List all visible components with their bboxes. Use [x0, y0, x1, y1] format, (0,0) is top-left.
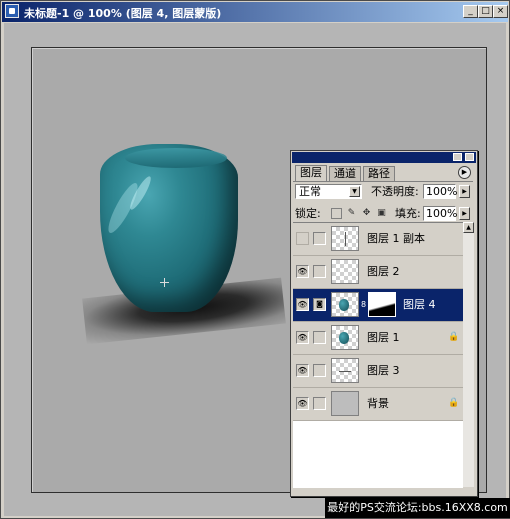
- layer-row[interactable]: 👁 图层 3: [293, 355, 463, 388]
- vase-rim: [125, 148, 227, 168]
- eye-icon[interactable]: 👁: [296, 397, 309, 410]
- layer-name: 图层 1: [367, 331, 400, 344]
- fill-input[interactable]: 100%: [423, 206, 457, 221]
- eye-icon[interactable]: 👁: [296, 331, 309, 344]
- layer-thumbnail: [331, 259, 359, 284]
- tab-channels[interactable]: 通道: [329, 166, 361, 181]
- panel-close-button[interactable]: [465, 153, 474, 161]
- layer-thumbnail: [331, 391, 359, 416]
- vase-icon: [339, 332, 349, 344]
- layer-thumbnail: [331, 358, 359, 383]
- opacity-label: 不透明度:: [371, 185, 419, 198]
- vase-icon: [339, 299, 349, 311]
- lock-icon: 🔒: [448, 398, 460, 408]
- eye-icon[interactable]: 👁: [296, 364, 309, 377]
- close-button[interactable]: ×: [493, 5, 508, 18]
- layer-row[interactable]: 👁 图层 1 🔒: [293, 322, 463, 355]
- opacity-input[interactable]: 100%: [423, 184, 457, 199]
- crosshair-cursor-icon: [160, 278, 169, 287]
- lock-icon: 🔒: [448, 332, 460, 342]
- scroll-up-arrow-icon[interactable]: ▲: [463, 222, 474, 233]
- panel-bottom-bar: [293, 488, 473, 496]
- link-toggle[interactable]: [313, 331, 326, 344]
- chain-link-icon[interactable]: 8: [361, 299, 366, 311]
- link-toggle[interactable]: [313, 364, 326, 377]
- fill-slider-arrow-icon[interactable]: ▶: [459, 207, 470, 220]
- layers-panel: 图层 通道 路径 ▶ 正常 ▼ 不透明度: 100% ▶ 锁定: ✎ ✥ ▣ 填…: [290, 150, 478, 497]
- layer-mask-thumbnail[interactable]: [368, 292, 396, 317]
- mask-edit-icon[interactable]: ◙: [313, 298, 326, 311]
- layer-row[interactable]: 图层 1 副本: [293, 223, 463, 256]
- blend-mode-value: 正常: [299, 185, 321, 198]
- panel-tabs: 图层 通道 路径 ▶: [293, 165, 473, 182]
- layer-thumbnail: [331, 292, 359, 317]
- layer-name: 图层 3: [367, 364, 400, 377]
- tab-layers[interactable]: 图层: [295, 165, 327, 181]
- layer-thumbnail: [331, 226, 359, 251]
- line-icon: [345, 232, 346, 246]
- lock-brush-icon[interactable]: ✎: [346, 208, 357, 219]
- watermark: 最好的PS交流论坛:bbs.16XX8.com: [325, 498, 510, 518]
- link-toggle[interactable]: [313, 397, 326, 410]
- layer-name: 背景: [367, 397, 389, 410]
- layer-row[interactable]: 👁 图层 2: [293, 256, 463, 289]
- maximize-button[interactable]: □: [478, 5, 493, 18]
- fill-label: 填充:: [395, 207, 421, 220]
- blend-opacity-row: 正常 ▼ 不透明度: 100% ▶: [295, 184, 473, 200]
- vase-image: [100, 144, 238, 312]
- layer-name: 图层 4: [403, 298, 436, 311]
- layer-name: 图层 2: [367, 265, 400, 278]
- blend-mode-select[interactable]: 正常 ▼: [295, 184, 362, 199]
- lock-move-icon[interactable]: ✥: [361, 208, 372, 219]
- eye-icon[interactable]: 👁: [296, 298, 309, 311]
- lock-label: 锁定:: [295, 207, 321, 220]
- lock-fill-row: 锁定: ✎ ✥ ▣ 填充: 100% ▶: [295, 206, 473, 222]
- lock-all-icon[interactable]: ▣: [376, 208, 387, 219]
- layer-row-selected[interactable]: 👁 ◙ 8 图层 4: [293, 289, 463, 322]
- panel-menu-arrow-icon[interactable]: ▶: [458, 166, 471, 179]
- window-title: 未标题-1 @ 100% (图层 4, 图层蒙版): [24, 7, 222, 20]
- visibility-toggle-empty[interactable]: [296, 232, 309, 245]
- dash-icon: [339, 371, 351, 372]
- opacity-slider-arrow-icon[interactable]: ▶: [459, 185, 470, 198]
- panel-minimize-button[interactable]: [453, 153, 462, 161]
- chevron-down-icon[interactable]: ▼: [349, 186, 360, 197]
- layer-row[interactable]: 👁 背景 🔒: [293, 388, 463, 421]
- layers-scrollbar[interactable]: ▲: [463, 222, 474, 487]
- layer-thumbnail: [331, 325, 359, 350]
- lock-transparency-icon[interactable]: [331, 208, 342, 219]
- tab-paths[interactable]: 路径: [363, 166, 395, 181]
- panel-title-bar[interactable]: [292, 152, 476, 163]
- layer-name: 图层 1 副本: [367, 232, 425, 245]
- link-toggle[interactable]: [313, 232, 326, 245]
- photoshop-doc-icon: [5, 4, 19, 18]
- minimize-button[interactable]: _: [463, 5, 478, 18]
- eye-icon[interactable]: 👁: [296, 265, 309, 278]
- link-toggle[interactable]: [313, 265, 326, 278]
- layers-list: 图层 1 副本 👁 图层 2 👁 ◙ 8 图层 4 👁 图层 1 🔒 👁 图层 …: [293, 222, 463, 488]
- title-bar[interactable]: 未标题-1 @ 100% (图层 4, 图层蒙版) _ □ ×: [2, 2, 508, 22]
